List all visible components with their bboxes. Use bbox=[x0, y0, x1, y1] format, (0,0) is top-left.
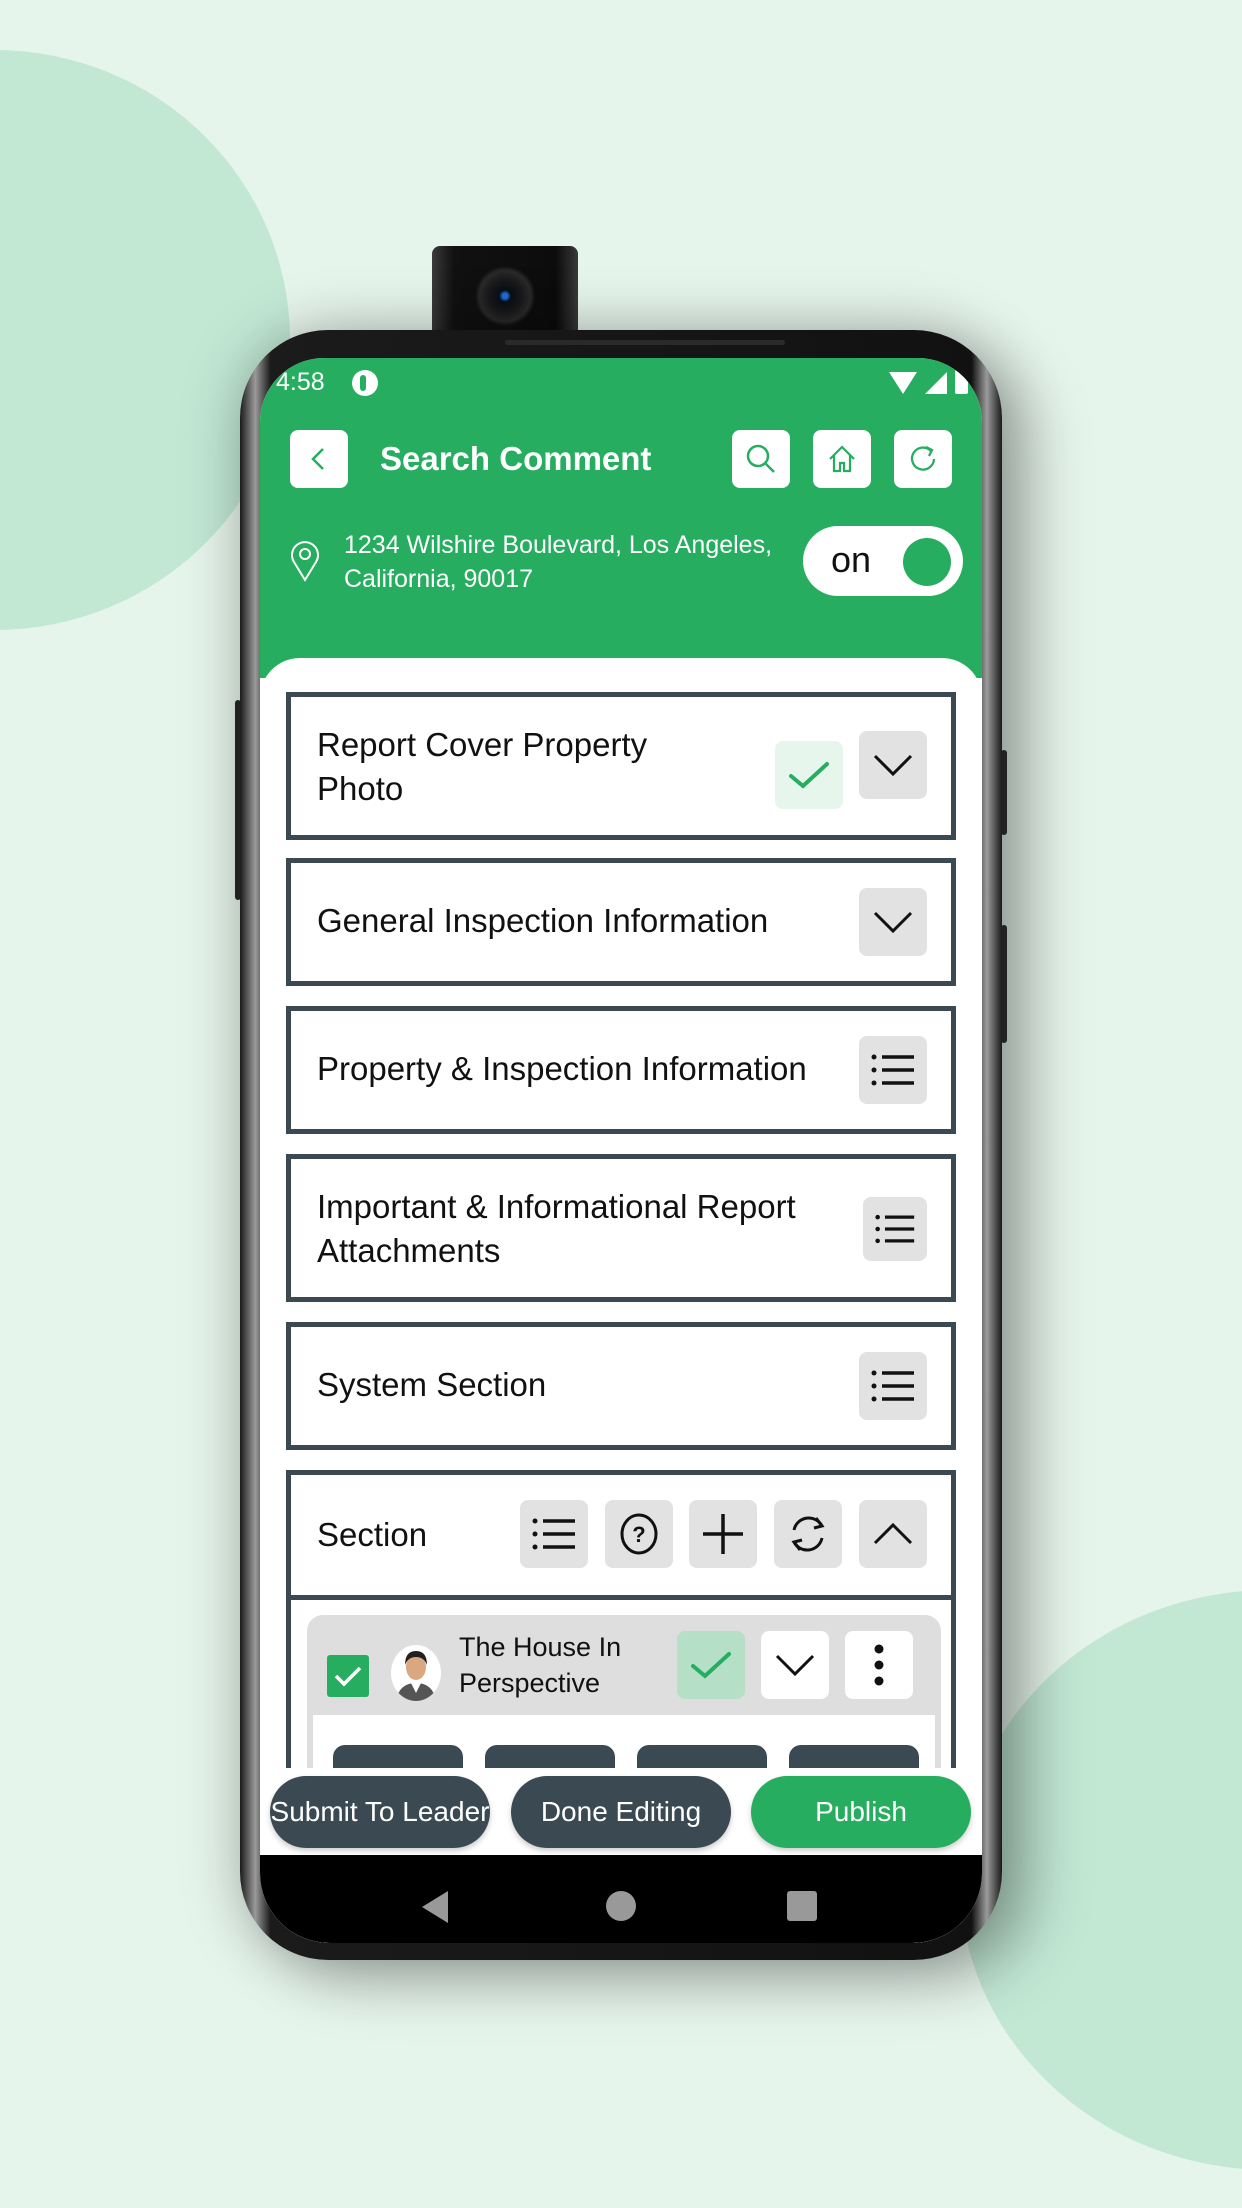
chevron-up-icon bbox=[873, 1522, 913, 1545]
expand-button[interactable] bbox=[859, 888, 927, 956]
section-label: Report Cover Property Photo bbox=[317, 726, 648, 807]
status-bar: 4:58 bbox=[260, 358, 982, 406]
home-icon bbox=[829, 445, 855, 473]
search-icon bbox=[746, 444, 775, 473]
nav-home-icon[interactable] bbox=[606, 1891, 636, 1921]
submit-to-leader-button[interactable]: Submit To Leader bbox=[270, 1776, 490, 1848]
section-card-attachments[interactable]: Important & Informational Report Attachm… bbox=[286, 1154, 956, 1302]
popup-camera bbox=[432, 246, 578, 336]
toggle-knob bbox=[903, 538, 951, 586]
phone-frame: 4:58 Search Comment 1234 Wilshire Boulev… bbox=[235, 330, 1007, 1960]
chevron-left-icon bbox=[311, 448, 324, 470]
completed-indicator bbox=[677, 1631, 745, 1699]
help-button[interactable]: ? bbox=[605, 1500, 673, 1568]
user-avatar-icon bbox=[396, 1651, 436, 1701]
camera-lens bbox=[475, 266, 535, 326]
location-pin-icon bbox=[291, 541, 319, 582]
section-label: System Section bbox=[317, 1366, 547, 1403]
list-button[interactable] bbox=[859, 1352, 927, 1420]
list-icon bbox=[875, 1214, 915, 1244]
section-label: General Inspection Information bbox=[317, 902, 769, 939]
bottom-action-bar: Submit To Leader Done Editing Publish bbox=[260, 1768, 982, 1868]
side-button bbox=[235, 700, 241, 900]
battery-icon bbox=[955, 370, 968, 394]
refresh-icon bbox=[910, 445, 936, 471]
divider bbox=[291, 1595, 951, 1600]
address-row: 1234 Wilshire Boulevard, Los Angeles, Ca… bbox=[260, 526, 982, 606]
more-vertical-icon bbox=[874, 1644, 884, 1686]
back-button[interactable] bbox=[290, 430, 348, 488]
completed-indicator bbox=[775, 741, 843, 809]
list-button[interactable] bbox=[859, 1036, 927, 1104]
done-editing-button[interactable]: Done Editing bbox=[511, 1776, 731, 1848]
nav-recents-icon[interactable] bbox=[787, 1891, 817, 1921]
checkmark-icon bbox=[789, 762, 829, 789]
svg-text:?: ? bbox=[632, 1522, 645, 1547]
search-button[interactable] bbox=[732, 430, 790, 488]
status-time: 4:58 bbox=[276, 368, 325, 396]
collapse-button[interactable] bbox=[859, 1500, 927, 1568]
checkmark-icon bbox=[334, 1666, 362, 1687]
side-button bbox=[1001, 925, 1007, 1043]
section-card-system[interactable]: System Section bbox=[286, 1322, 956, 1450]
screen: 4:58 Search Comment 1234 Wilshire Boulev… bbox=[260, 358, 982, 1943]
checkmark-icon bbox=[691, 1652, 731, 1679]
speaker-grille bbox=[505, 340, 785, 345]
sync-icon bbox=[791, 1516, 825, 1552]
address-text: 1234 Wilshire Boulevard, Los Angeles, Ca… bbox=[344, 531, 773, 593]
chevron-down-icon bbox=[873, 754, 913, 777]
android-nav-bar bbox=[260, 1855, 982, 1943]
app-header: 4:58 Search Comment 1234 Wilshire Boulev… bbox=[260, 358, 982, 678]
on-off-toggle[interactable]: on bbox=[803, 526, 963, 596]
app-notification-icon bbox=[352, 370, 378, 396]
home-button[interactable] bbox=[813, 430, 871, 488]
list-button[interactable] bbox=[863, 1197, 927, 1261]
page-title: Search Comment bbox=[380, 440, 652, 477]
publish-button[interactable]: Publish bbox=[751, 1776, 971, 1848]
section-card-general-inspection[interactable]: General Inspection Information bbox=[286, 858, 956, 986]
section-card-property-inspection[interactable]: Property & Inspection Information bbox=[286, 1006, 956, 1134]
plus-icon bbox=[703, 1514, 743, 1554]
section-list: Report Cover Property Photo General Insp… bbox=[260, 658, 982, 1943]
select-checkbox[interactable] bbox=[327, 1655, 369, 1697]
refresh-button[interactable] bbox=[894, 430, 952, 488]
chevron-down-icon bbox=[775, 1654, 815, 1677]
list-icon bbox=[871, 1370, 914, 1402]
section-card-report-cover[interactable]: Report Cover Property Photo bbox=[286, 692, 956, 840]
help-icon: ? bbox=[620, 1513, 658, 1555]
add-button[interactable] bbox=[689, 1500, 757, 1568]
sub-item-title: The House In Perspective bbox=[459, 1632, 622, 1698]
toggle-label: on bbox=[831, 539, 872, 580]
section-label: Section bbox=[317, 1516, 428, 1553]
section-label: Property & Inspection Information bbox=[317, 1050, 807, 1087]
list-icon bbox=[532, 1518, 575, 1550]
list-icon bbox=[871, 1054, 914, 1086]
chevron-down-icon bbox=[873, 911, 913, 934]
side-button bbox=[1001, 750, 1007, 835]
expand-button[interactable] bbox=[761, 1631, 829, 1699]
section-label: Important & Informational Report Attachm… bbox=[317, 1188, 796, 1269]
list-button[interactable] bbox=[520, 1500, 588, 1568]
sync-button[interactable] bbox=[774, 1500, 842, 1568]
avatar bbox=[391, 1645, 441, 1701]
wifi-icon bbox=[889, 372, 917, 394]
expand-button[interactable] bbox=[859, 731, 927, 799]
nav-back-icon[interactable] bbox=[422, 1891, 448, 1923]
signal-icon bbox=[925, 372, 947, 394]
app-bar: Search Comment bbox=[260, 430, 982, 490]
more-options-button[interactable] bbox=[845, 1631, 913, 1699]
background-blob bbox=[960, 1590, 1242, 2170]
